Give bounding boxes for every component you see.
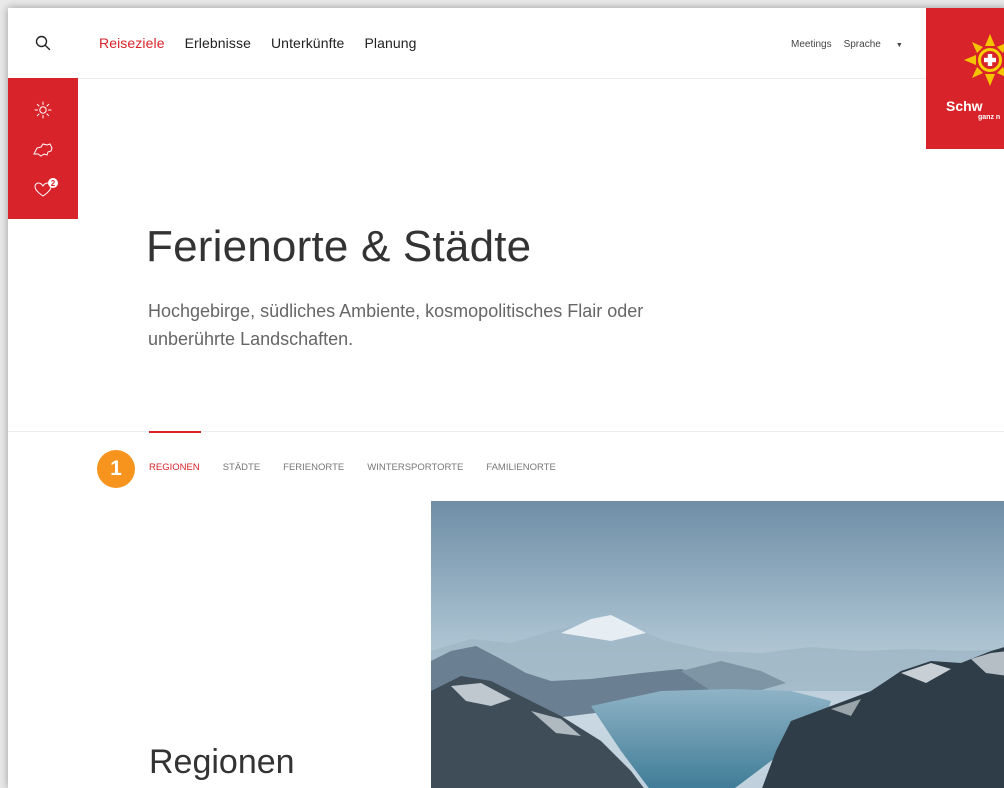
switzerland-map-icon xyxy=(33,143,53,157)
nav-item-reiseziele[interactable]: Reiseziele xyxy=(99,35,165,51)
logo-subtext: ganz n xyxy=(978,114,1001,121)
logo-text: Schw xyxy=(946,98,983,114)
nav-item-planung[interactable]: Planung xyxy=(364,35,416,51)
step-marker: 1 xyxy=(97,450,135,488)
tab-familienorte[interactable]: Familienorte xyxy=(486,431,556,481)
tab-staedte[interactable]: Städte xyxy=(223,431,260,481)
nav-item-erlebnisse[interactable]: Erlebnisse xyxy=(185,35,251,51)
utility-nav: Meetings Sprache ▼ xyxy=(791,39,927,50)
meetings-link[interactable]: Meetings xyxy=(791,39,832,50)
language-label: Sprache xyxy=(843,39,881,50)
section-title: Regionen xyxy=(149,743,295,781)
page-title: Ferienorte & Städte xyxy=(146,222,532,271)
caret-down-icon: ▼ xyxy=(895,42,903,49)
tab-wintersportorte[interactable]: Wintersportorte xyxy=(367,431,463,481)
sun-cross-logo-icon xyxy=(964,34,1004,86)
mountain-lake-image xyxy=(431,501,1004,788)
nav-item-unterkuenfte[interactable]: Unterkünfte xyxy=(271,35,344,51)
weather-button[interactable] xyxy=(8,90,78,130)
top-navigation: Reiseziele Erlebnisse Unterkünfte Planun… xyxy=(8,8,1004,79)
language-selector[interactable]: Sprache ▼ xyxy=(844,39,915,50)
tab-regionen[interactable]: Regionen xyxy=(149,431,201,481)
main-nav: Reiseziele Erlebnisse Unterkünfte Planun… xyxy=(99,35,437,51)
page-subtitle: Hochgebirge, südliches Ambiente, kosmopo… xyxy=(148,301,644,349)
map-button[interactable] xyxy=(8,130,78,170)
search-button[interactable] xyxy=(8,8,78,78)
favorites-button[interactable]: 2 xyxy=(8,170,78,210)
category-tabs: Regionen Städte Ferienorte Wintersportor… xyxy=(149,431,579,481)
tab-ferienorte[interactable]: Ferienorte xyxy=(283,431,344,481)
sun-icon xyxy=(34,101,52,119)
side-toolbar: 2 xyxy=(8,78,78,219)
search-icon xyxy=(35,35,51,51)
favorites-count-badge: 2 xyxy=(48,178,58,188)
brand-logo[interactable]: Schw ganz n xyxy=(926,8,1004,149)
page: Reiseziele Erlebnisse Unterkünfte Planun… xyxy=(8,8,1004,788)
region-photo[interactable] xyxy=(431,501,1004,788)
